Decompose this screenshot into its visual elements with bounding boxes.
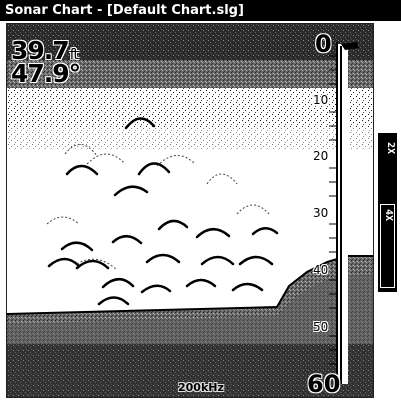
zoom-selected-box[interactable]: 4X xyxy=(380,204,395,288)
depth-tick-20: 20 xyxy=(313,149,329,163)
depth-tick-40: 40 xyxy=(313,263,329,277)
sonar-chart[interactable]: 39.7ft 47.9° 0 10 20 30 40 50 60 200kHz xyxy=(6,23,374,398)
depth-tick-50: 50 xyxy=(313,320,329,334)
depth-scale-top: 0 xyxy=(315,30,332,58)
sonar-screen: Sonar Chart - [Default Chart.slg] 39.7ft… xyxy=(0,0,401,404)
zoom-bar[interactable]: 2X 4X xyxy=(378,133,397,292)
zoom-option-2x[interactable]: 2X xyxy=(379,142,396,154)
temperature-readout: 47.9° xyxy=(11,59,81,88)
window-title: Sonar Chart - [Default Chart.slg] xyxy=(0,0,401,21)
depth-tick-30: 30 xyxy=(313,206,329,220)
depth-tick-10: 10 xyxy=(313,93,329,107)
zoom-option-4x[interactable]: 4X xyxy=(381,209,394,221)
depth-scale-bottom: 60 xyxy=(307,370,341,398)
frequency-label: 200kHz xyxy=(178,381,224,394)
